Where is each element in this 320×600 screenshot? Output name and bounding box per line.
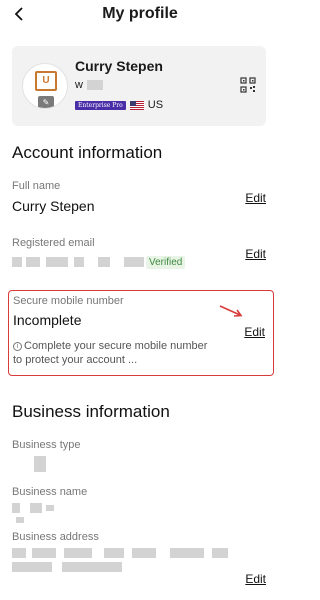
us-flag-icon <box>129 100 144 110</box>
business-name-label: Business name <box>12 486 88 498</box>
avatar-edit-icon[interactable]: ✎ <box>38 96 54 108</box>
full-name-label: Full name <box>12 180 61 192</box>
membership-badge: Enterprise Pro <box>75 100 126 110</box>
mobile-note-text: Complete your secure mobile number to pr… <box>13 340 208 366</box>
avatar[interactable]: U ✎ <box>22 63 68 109</box>
info-icon: i <box>13 342 22 351</box>
qr-code-button[interactable] <box>240 77 256 93</box>
secure-mobile-panel: Secure mobile number Incomplete i Complet… <box>8 290 274 376</box>
email-label: Registered email <box>12 237 95 249</box>
edit-mobile-button[interactable]: Edit <box>244 325 265 339</box>
mobile-value: Incomplete <box>13 312 82 328</box>
mobile-label: Secure mobile number <box>13 295 124 307</box>
profile-name: Curry Stepen <box>75 58 163 74</box>
profile-card: U ✎ Curry Stepen w Enterprise Pro US <box>12 46 266 126</box>
edit-full-name-button[interactable]: Edit <box>245 191 266 205</box>
edit-business-button[interactable]: Edit <box>245 572 266 586</box>
arrow-icon <box>219 305 243 317</box>
edit-email-button[interactable]: Edit <box>245 247 266 261</box>
account-section-title: Account information <box>12 143 163 162</box>
business-type-label: Business type <box>12 439 81 451</box>
qr-code-icon <box>240 77 256 93</box>
redacted-text <box>86 80 103 90</box>
profile-subtitle: w <box>75 79 103 91</box>
top-bar: My profile <box>0 0 280 30</box>
mobile-note: i Complete your secure mobile number to p… <box>13 339 218 367</box>
country-label: US <box>147 99 164 111</box>
verified-badge: Verified <box>146 256 186 269</box>
business-address-label: Business address <box>12 531 99 543</box>
badges-row: Enterprise Pro US <box>75 99 163 111</box>
full-name-value: Curry Stepen <box>12 198 95 214</box>
page-title: My profile <box>102 5 178 22</box>
profile-sub-initial: w <box>75 79 83 91</box>
business-section-title: Business information <box>12 402 170 421</box>
company-logo: U <box>35 71 57 91</box>
